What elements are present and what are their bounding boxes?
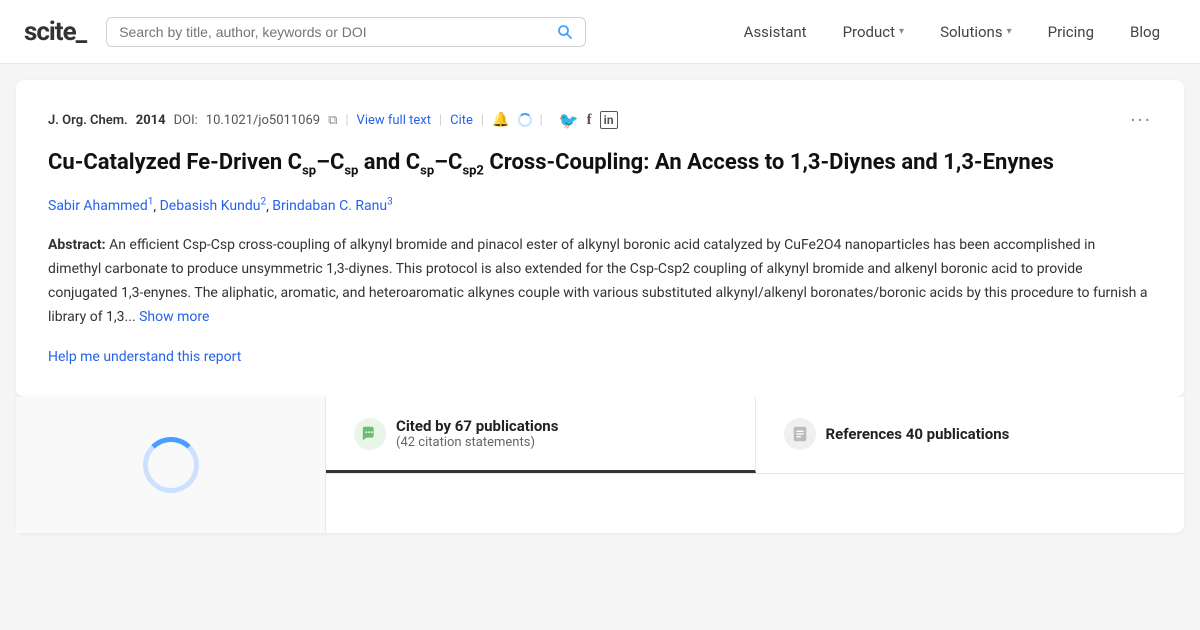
abstract-label: Abstract: [48, 237, 106, 253]
facebook-icon[interactable]: f [587, 112, 592, 129]
separator-1: | [345, 113, 348, 128]
help-link[interactable]: Help me understand this report [48, 349, 241, 365]
logo-underscore: _ [76, 17, 87, 47]
nav-item-assistant[interactable]: Assistant [728, 15, 823, 49]
social-icons: 🐦 f in [559, 111, 618, 130]
nav-item-solutions[interactable]: Solutions ▾ [924, 15, 1028, 49]
paper-title: Cu-Catalyzed Fe-Driven Csp–Csp and Csp–C… [48, 148, 1152, 181]
doi-label: DOI: [174, 113, 198, 128]
nav-links: Assistant Product ▾ Solutions ▾ Pricing … [728, 15, 1176, 49]
author-2-link[interactable]: Debasish Kundu2 [160, 198, 266, 214]
separator-3: | [481, 113, 484, 128]
references-icon [784, 418, 816, 450]
nav-item-blog[interactable]: Blog [1114, 15, 1176, 49]
search-icon [557, 24, 573, 40]
abstract-section: Abstract: An efficient Csp-Csp cross-cou… [48, 234, 1152, 329]
more-options-button[interactable]: ··· [1130, 108, 1152, 132]
view-full-text-link[interactable]: View full text [357, 113, 431, 128]
loading-spinner [518, 113, 532, 127]
copy-icon[interactable]: ⧉ [328, 113, 337, 128]
search-input[interactable] [119, 24, 549, 40]
references-main-label: References 40 publications [826, 425, 1010, 443]
solutions-chevron: ▾ [1007, 26, 1012, 37]
product-chevron: ▾ [899, 26, 904, 37]
tab-cited-by[interactable]: Cited by 67 publications (42 citation st… [326, 397, 756, 473]
paper-year: 2014 [136, 113, 166, 128]
left-spinner-panel [16, 397, 326, 533]
bottom-section: Cited by 67 publications (42 citation st… [16, 397, 1184, 533]
cited-by-main-label: Cited by 67 publications [396, 417, 558, 435]
cited-by-icon [354, 418, 386, 450]
tabs-row: Cited by 67 publications (42 citation st… [326, 397, 1184, 474]
meta-line: J. Org. Chem. 2014 DOI: 10.1021/jo501106… [48, 108, 1152, 132]
author-1-link[interactable]: Sabir Ahammed1 [48, 198, 153, 214]
author-3-link[interactable]: Brindaban C. Ranu3 [272, 198, 392, 214]
tab-references[interactable]: References 40 publications [756, 397, 1185, 473]
authors-list: Sabir Ahammed1, Debasish Kundu2, Brindab… [48, 197, 1152, 215]
search-bar[interactable] [106, 17, 586, 47]
bell-icon[interactable]: 🔔 [492, 112, 509, 128]
nav-item-pricing[interactable]: Pricing [1032, 15, 1110, 49]
logo[interactable]: scite_ [24, 17, 86, 47]
references-text: References 40 publications [826, 425, 1010, 443]
tabs-panel: Cited by 67 publications (42 citation st… [326, 397, 1184, 533]
separator-2: | [439, 113, 442, 128]
linkedin-icon[interactable]: in [600, 111, 618, 129]
logo-text: scite [24, 17, 76, 47]
separator-4: | [540, 113, 543, 128]
abstract-text: An efficient Csp-Csp cross-coupling of a… [48, 237, 1147, 324]
cite-link[interactable]: Cite [450, 113, 473, 128]
cited-by-text: Cited by 67 publications (42 citation st… [396, 417, 558, 450]
large-loading-spinner [143, 437, 199, 493]
paper-card: J. Org. Chem. 2014 DOI: 10.1021/jo501106… [16, 80, 1184, 397]
navbar: scite_ Assistant Product ▾ Solutions ▾ P… [0, 0, 1200, 64]
journal-name: J. Org. Chem. [48, 113, 128, 128]
twitter-icon[interactable]: 🐦 [559, 111, 579, 130]
nav-item-product[interactable]: Product ▾ [827, 15, 920, 49]
cited-by-sub-label: (42 citation statements) [396, 435, 558, 450]
doi-value: 10.1021/jo5011069 [206, 113, 320, 128]
show-more-link[interactable]: Show more [139, 309, 209, 325]
